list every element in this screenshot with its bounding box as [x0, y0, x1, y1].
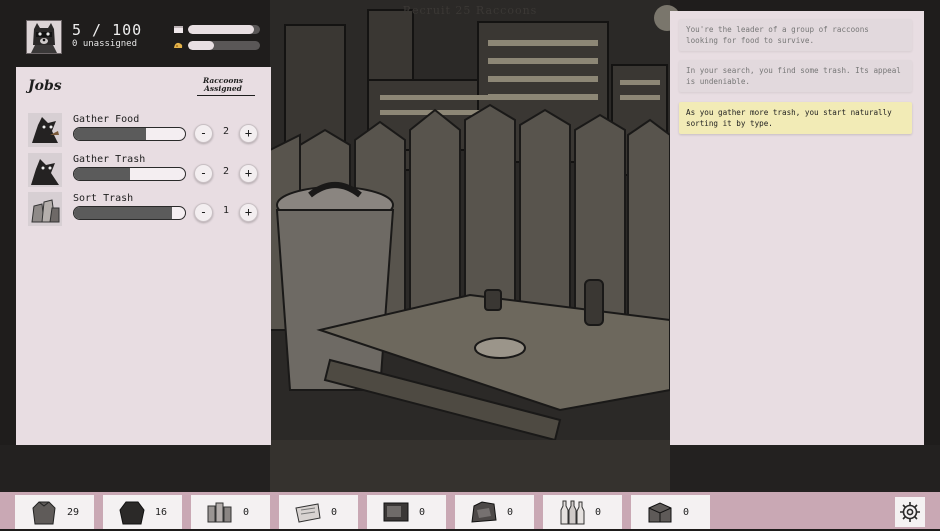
raccoon-trash-icon [28, 153, 62, 187]
log-message-latest: As you gather more trash, you start natu… [679, 102, 912, 134]
inventory-count: 0 [507, 507, 514, 518]
raccoons-assigned-header: Raccoons Assigned [193, 77, 255, 96]
job-name: Sort Trash [73, 193, 134, 204]
food-icon [174, 42, 183, 48]
increase-gather-trash-button[interactable]: + [239, 164, 258, 183]
gear-icon [900, 502, 920, 522]
scrap-icon [471, 501, 497, 523]
log-message: You're the leader of a group of raccoons… [679, 19, 912, 51]
decrease-gather-trash-button[interactable]: - [194, 164, 213, 183]
settings-button[interactable] [895, 497, 925, 527]
food-resource-meter [173, 40, 263, 52]
decrease-sort-trash-button[interactable]: - [194, 203, 213, 222]
increase-gather-food-button[interactable]: + [239, 124, 258, 143]
inventory-slot[interactable]: 16 [103, 495, 182, 529]
population-count: 5 / 100 [72, 21, 143, 39]
assigned-header-line2: Assigned [204, 84, 242, 93]
assigned-count: 2 [222, 166, 230, 177]
inventory-slot[interactable]: 0 [543, 495, 622, 529]
cans-icon [207, 502, 232, 523]
increase-sort-trash-button[interactable]: + [239, 203, 258, 222]
black-bag-icon [119, 501, 145, 525]
trash-icon [174, 26, 183, 33]
inventory-bar: 29 16 0 0 0 0 0 0 [0, 492, 940, 529]
trash-bags-icon [28, 192, 62, 226]
inventory-slot[interactable]: 0 [631, 495, 710, 529]
unassigned-count: 0 unassigned [72, 39, 138, 49]
assigned-count: 2 [222, 126, 230, 137]
job-name: Gather Trash [73, 154, 146, 165]
job-name: Gather Food [73, 114, 140, 125]
job-progress-bar [73, 167, 186, 181]
job-row-gather-trash: Gather Trash - 2 + [26, 153, 266, 189]
inventory-count: 0 [419, 507, 426, 518]
inventory-slot[interactable]: 0 [367, 495, 446, 529]
inventory-count: 29 [67, 507, 80, 518]
assigned-count: 1 [222, 205, 230, 216]
inventory-count: 0 [331, 507, 338, 518]
inventory-slot[interactable]: 0 [191, 495, 270, 529]
inventory-count: 0 [243, 507, 250, 518]
job-progress-bar [73, 127, 186, 141]
inventory-count: 0 [595, 507, 602, 518]
job-row-gather-food: Gather Food - 2 + [26, 113, 266, 149]
inventory-slot[interactable]: 0 [455, 495, 534, 529]
job-row-sort-trash: Sort Trash - 1 + [26, 192, 266, 228]
inventory-slot[interactable]: 0 [279, 495, 358, 529]
job-progress-bar [73, 206, 186, 220]
inventory-count: 0 [683, 507, 690, 518]
box-icon [648, 502, 672, 523]
paper-icon [295, 503, 321, 523]
trash-resource-meter [173, 24, 263, 36]
jobs-panel: Jobs Raccoons Assigned Gather Food - 2 + [16, 67, 271, 445]
decrease-gather-food-button[interactable]: - [194, 124, 213, 143]
jobs-title: Jobs [28, 78, 62, 94]
bottles-icon [560, 500, 585, 525]
electronics-icon [383, 502, 409, 522]
raccoon-avatar-icon [26, 20, 62, 54]
trash-can-icon [275, 182, 395, 391]
raccoon-food-icon [28, 113, 62, 147]
story-log-panel: You're the leader of a group of raccoons… [670, 11, 924, 445]
inventory-slot[interactable]: 29 [15, 495, 94, 529]
log-message: In your search, you find some trash. Its… [679, 60, 912, 92]
inventory-count: 16 [155, 507, 168, 518]
garbage-bag-icon [32, 501, 56, 525]
